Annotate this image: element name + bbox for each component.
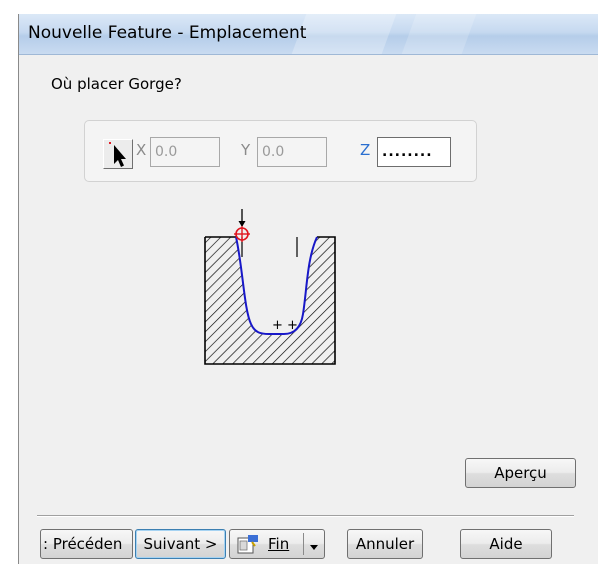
plus-markers: + + (272, 318, 298, 333)
chevron-down-icon[interactable] (308, 544, 320, 552)
background-strip (0, 0, 598, 14)
finish-split-button[interactable]: Fin (229, 529, 325, 559)
y-field[interactable]: 0.0 (257, 137, 327, 167)
pick-point-cursor-icon (109, 142, 126, 167)
title-bar-glass (291, 14, 397, 54)
apercu-button[interactable]: Aperçu (465, 458, 576, 488)
help-button[interactable]: Aide (460, 529, 552, 559)
coordinate-panel: X 0.0 Y 0.0 Z ........ (84, 120, 477, 182)
window-title: Nouvelle Feature - Emplacement (28, 23, 307, 43)
placement-dialog: Nouvelle Feature - Emplacement Où placer… (18, 14, 598, 564)
button-separator (37, 515, 574, 517)
groove-placement-diagram: + + (204, 209, 336, 365)
split-divider (303, 533, 304, 555)
z-field[interactable]: ........ (377, 137, 451, 167)
title-bar-glass (401, 14, 477, 54)
x-field[interactable]: 0.0 (150, 137, 220, 167)
y-label: Y (241, 141, 251, 159)
placement-prompt: Où placer Gorge? (51, 75, 182, 93)
next-button[interactable]: Suivant > (135, 529, 226, 559)
cancel-button[interactable]: Annuler (347, 529, 423, 559)
finish-icon (237, 535, 258, 554)
z-label: Z (360, 141, 371, 159)
pick-point-button[interactable] (103, 139, 133, 169)
previous-button[interactable]: : Précéden (40, 529, 133, 559)
finish-label: Fin (268, 535, 290, 553)
x-label: X (136, 141, 147, 159)
title-bar[interactable]: Nouvelle Feature - Emplacement (19, 14, 598, 55)
